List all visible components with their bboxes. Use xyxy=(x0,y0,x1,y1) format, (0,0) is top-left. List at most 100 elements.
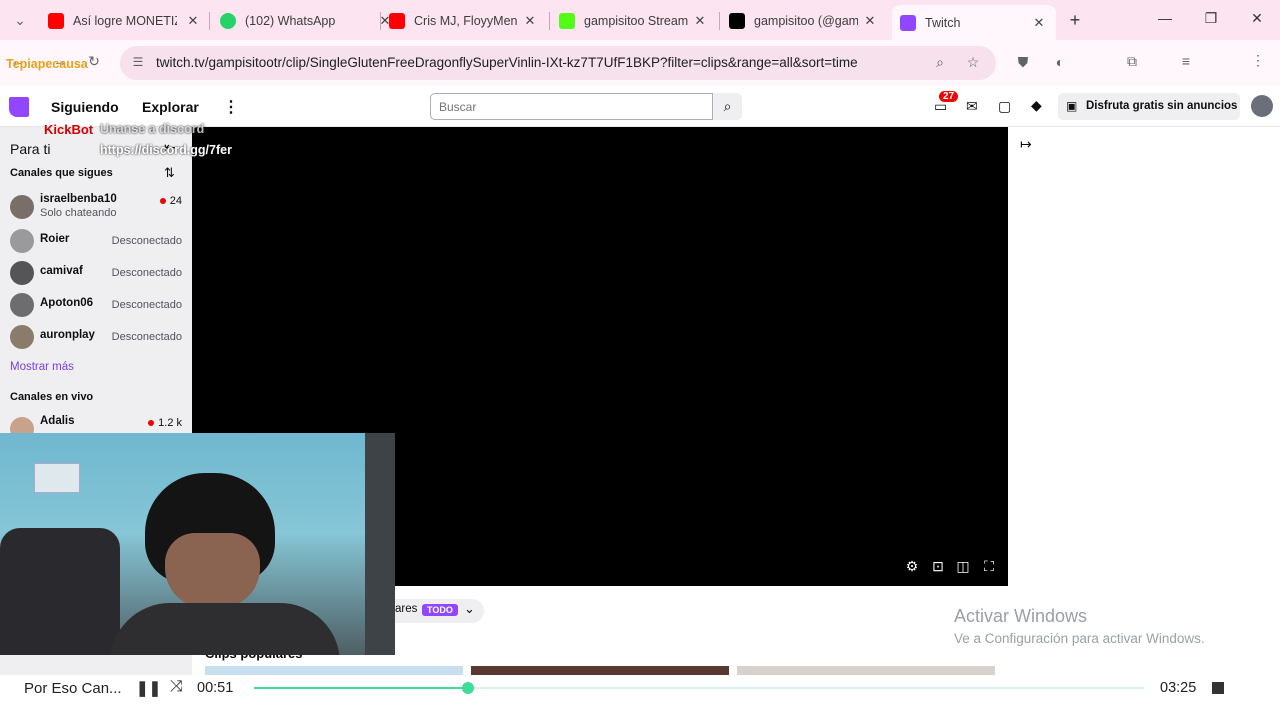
theatre-mode-icon[interactable]: ◫ xyxy=(954,558,972,576)
youtube-icon xyxy=(389,13,405,29)
windows-activation-subtitle: Ve a Configuración para activar Windows. xyxy=(954,631,1205,646)
expand-panel-icon[interactable]: ↦ xyxy=(1020,136,1032,153)
clips-filter-dropdown[interactable]: ares TODO ⌄ xyxy=(392,599,484,623)
media-title[interactable]: Por Eso Can... xyxy=(24,680,122,697)
followed-channel-2[interactable]: Roier Desconectado xyxy=(0,225,192,257)
close-icon[interactable]: ✕ xyxy=(863,13,877,29)
channel-category: Solo chateando xyxy=(40,207,117,219)
kick-icon xyxy=(559,13,575,29)
followed-heading: Canales que sigues xyxy=(10,167,113,179)
progress-track[interactable] xyxy=(254,682,1144,694)
fullscreen-icon[interactable]: ⛶ xyxy=(980,558,998,576)
site-info-icon[interactable]: ☰ xyxy=(128,55,148,69)
tab-title: gampisitoo (@gam xyxy=(754,14,858,28)
twitch-icon xyxy=(900,14,916,31)
viewer-count-value: 24 xyxy=(169,195,182,207)
window-close-icon[interactable]: ✕ xyxy=(1247,10,1267,27)
close-icon[interactable]: ✕ xyxy=(523,13,537,29)
bits-icon[interactable]: ◆ xyxy=(1031,97,1042,114)
browser-toolbar: ← → ↻ ☰ twitch.tv/gampisitootr/clip/Sing… xyxy=(0,40,1280,113)
stop-button[interactable] xyxy=(1212,682,1224,694)
tab-title: Cris MJ, FloyyMen xyxy=(414,14,518,28)
browser-menu-icon[interactable]: ⋮ xyxy=(1248,52,1268,69)
inbox-icon[interactable]: ✉ xyxy=(966,98,978,115)
wall-poster xyxy=(34,463,80,493)
ad-free-button[interactable]: ▣ Disfruta gratis sin anuncios xyxy=(1058,93,1240,120)
followed-channel-4[interactable]: Apoton06 Desconectado xyxy=(0,289,192,321)
channel-status: Desconectado xyxy=(111,267,182,279)
youtube-icon xyxy=(48,13,64,29)
new-tab-button[interactable]: + xyxy=(1065,10,1085,31)
user-avatar[interactable] xyxy=(1251,95,1273,117)
avatar xyxy=(10,229,34,253)
right-panel: ↦ xyxy=(1008,127,1280,687)
door-frame xyxy=(365,433,395,655)
close-icon[interactable]: ✕ xyxy=(186,13,200,29)
browser-tab-2[interactable]: (102) WhatsApp ✕ xyxy=(220,7,392,35)
x-icon xyxy=(729,13,745,29)
channel-name: israelbenba10 xyxy=(40,193,117,205)
nav-following-link[interactable]: Siguiendo xyxy=(51,99,119,115)
browser-tab-1[interactable]: Así logre MONETIZ ✕ xyxy=(48,7,200,35)
chair xyxy=(0,528,120,655)
followed-channel-3[interactable]: camivaf Desconectado xyxy=(0,257,192,289)
progress-handle[interactable] xyxy=(461,682,474,694)
zoom-icon[interactable]: ⌕ xyxy=(930,54,950,71)
pause-button[interactable]: ❚❚ xyxy=(136,679,161,697)
show-more-link[interactable]: Mostrar más xyxy=(10,361,74,373)
tab-search-chevron-icon[interactable]: ⌄ xyxy=(10,12,30,29)
extension-icon[interactable]: ◐ xyxy=(1050,54,1070,70)
browser-tab-6-active[interactable]: Twitch ✕ xyxy=(892,5,1056,40)
kickbot-message-2: https://discord.gg/7fer xyxy=(100,143,232,157)
person xyxy=(110,473,340,655)
browser-tab-4[interactable]: gampisitoo Stream ✕ xyxy=(559,7,707,35)
followed-channel-1[interactable]: israelbenba10 Solo chateando 24 xyxy=(0,191,192,223)
browser-tab-5[interactable]: gampisitoo (@gam ✕ xyxy=(729,7,877,35)
channel-status: Desconectado xyxy=(111,235,182,247)
progress-fill xyxy=(254,687,468,689)
url-text: twitch.tv/gampisitootr/clip/SingleGluten… xyxy=(156,55,858,70)
whispers-icon[interactable]: ▢ xyxy=(998,98,1011,115)
channel-name: camivaf xyxy=(40,265,83,277)
live-channels-heading: Canales en vivo xyxy=(10,391,94,403)
search-icon: ⌕ xyxy=(723,98,732,114)
sort-icon[interactable]: ⇅ xyxy=(164,165,175,181)
total-time: 03:25 xyxy=(1160,680,1197,696)
search-input[interactable] xyxy=(430,93,713,120)
viewer-count: 1.2 k xyxy=(148,417,182,429)
tab-title: Así logre MONETIZ xyxy=(73,14,177,28)
live-dot-icon xyxy=(159,198,166,205)
close-icon[interactable]: ✕ xyxy=(693,13,707,29)
prime-crown-icon: ▣ xyxy=(1066,99,1078,113)
live-dot-icon xyxy=(148,420,155,427)
search-button[interactable]: ⌕ xyxy=(713,93,742,120)
settings-gear-icon[interactable]: ⚙ xyxy=(903,558,921,576)
viewer-count-value: 1.2 k xyxy=(158,417,182,429)
clips-filter-badge: TODO xyxy=(422,604,458,616)
browser-tab-3[interactable]: Cris MJ, FloyyMen ✕ xyxy=(389,7,537,35)
chevron-down-icon: ⌄ xyxy=(464,601,475,616)
puzzle-extensions-icon[interactable]: ⧉ xyxy=(1122,53,1142,70)
whatsapp-icon xyxy=(220,13,236,29)
channel-name: Roier xyxy=(40,233,70,245)
twitch-top-nav: Siguiendo Explorar ⋮ ⌕ ▭ 27 ✉ ▢ ◆ ▣ Disf… xyxy=(0,86,1280,127)
bookmark-star-icon[interactable]: ☆ xyxy=(963,54,983,71)
media-player-bar: Por Eso Can... ❚❚ ⤨ 00:51 03:25 xyxy=(0,675,1280,720)
twitch-logo-icon[interactable] xyxy=(9,97,29,117)
notification-count-badge: 27 xyxy=(939,91,959,102)
minimize-icon[interactable]: — xyxy=(1155,10,1175,26)
channel-name: Apoton06 xyxy=(40,297,94,309)
windows-activation-title: Activar Windows xyxy=(954,606,1088,626)
address-bar[interactable]: ☰ twitch.tv/gampisitootr/clip/SingleGlut… xyxy=(120,46,996,80)
extension-shield-icon[interactable]: ⛊ xyxy=(1013,54,1033,71)
more-options-icon[interactable]: ⋮ xyxy=(223,97,239,117)
cast-icon[interactable]: ⊡ xyxy=(929,558,947,576)
nav-explore-link[interactable]: Explorar xyxy=(142,99,199,115)
close-icon[interactable]: ✕ xyxy=(1032,15,1046,31)
shuffle-icon[interactable]: ⤨ xyxy=(170,678,183,696)
channel-name: Adalis xyxy=(40,415,75,427)
channel-status: Desconectado xyxy=(111,331,182,343)
media-controls-icon[interactable]: ≡ xyxy=(1176,53,1196,69)
restore-icon[interactable]: ❐ xyxy=(1201,10,1221,27)
followed-channel-5[interactable]: auronplay Desconectado xyxy=(0,321,192,353)
